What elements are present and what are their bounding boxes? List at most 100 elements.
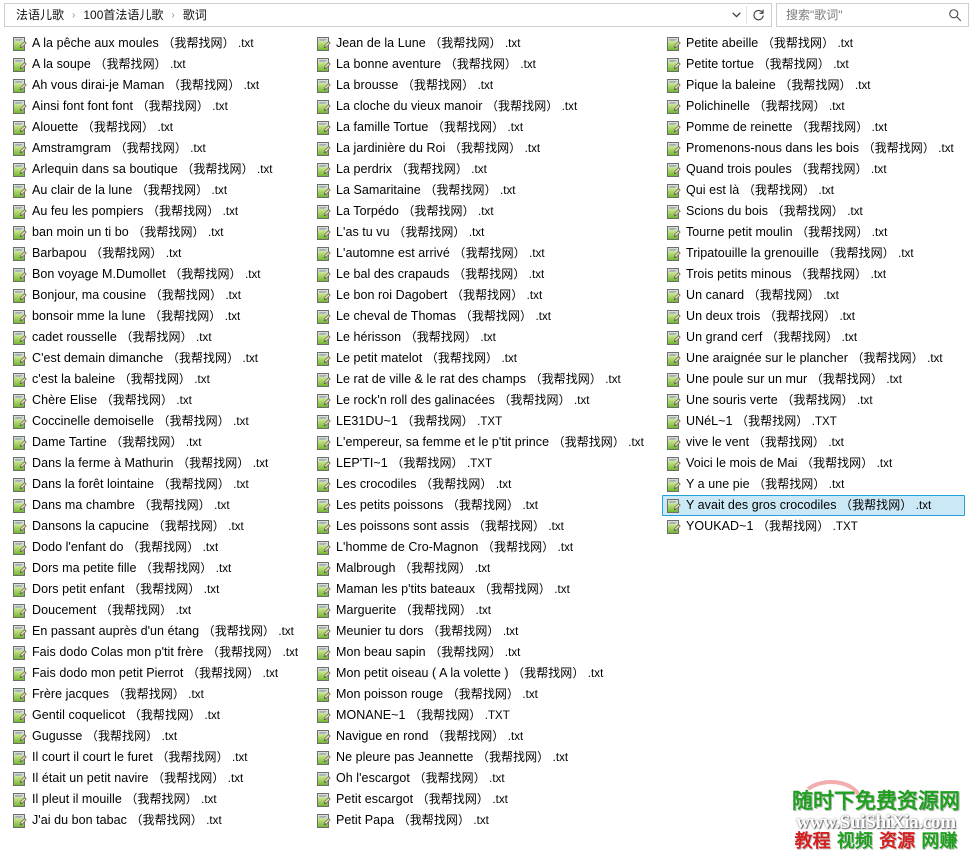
file-list-item[interactable]: Bon voyage M.Dumollet （我帮找网） .txt — [8, 264, 310, 285]
file-list-item[interactable]: L'homme de Cro-Magnon （我帮找网） .txt — [312, 537, 660, 558]
file-list-item[interactable]: Petite tortue （我帮找网） .txt — [662, 54, 965, 75]
file-list-item[interactable]: La jardinière du Roi （我帮找网） .txt — [312, 138, 660, 159]
file-list-item[interactable]: Dansons la capucine （我帮找网） .txt — [8, 516, 310, 537]
file-list-item[interactable]: Dans la ferme à Mathurin （我帮找网） .txt — [8, 453, 310, 474]
file-list-item[interactable]: Le cheval de Thomas （我帮找网） .txt — [312, 306, 660, 327]
search-input[interactable]: 搜索"歌词" — [776, 3, 969, 27]
file-list-item[interactable]: LEP'TI~1 （我帮找网） .TXT — [312, 453, 660, 474]
file-list-item[interactable]: Le hérisson （我帮找网） .txt — [312, 327, 660, 348]
file-list-item[interactable]: Amstramgram （我帮找网） .txt — [8, 138, 310, 159]
file-list-item[interactable]: J'ai du bon tabac （我帮找网） .txt — [8, 810, 310, 831]
file-list-item[interactable]: Un deux trois （我帮找网） .txt — [662, 306, 965, 327]
file-list-item[interactable]: Ne pleure pas Jeannette （我帮找网） .txt — [312, 747, 660, 768]
file-list-item[interactable]: UNéL~1 （我帮找网） .TXT — [662, 411, 965, 432]
file-list-item[interactable]: Dodo l'enfant do （我帮找网） .txt — [8, 537, 310, 558]
file-list-item[interactable]: vive le vent （我帮找网） .txt — [662, 432, 965, 453]
file-list-item[interactable]: Qui est là （我帮找网） .txt — [662, 180, 965, 201]
file-list-item[interactable]: Une araignée sur le plancher （我帮找网） .txt — [662, 348, 965, 369]
file-list-item[interactable]: Le rat de ville & le rat des champs （我帮找… — [312, 369, 660, 390]
file-list-item[interactable]: Mon petit oiseau ( A la volette ) （我帮找网）… — [312, 663, 660, 684]
file-list-item[interactable]: Un canard （我帮找网） .txt — [662, 285, 965, 306]
file-list-item[interactable]: Frère jacques （我帮找网） .txt — [8, 684, 310, 705]
file-list-item[interactable]: Quand trois poules （我帮找网） .txt — [662, 159, 965, 180]
file-list-item[interactable]: Trois petits minous （我帮找网） .txt — [662, 264, 965, 285]
file-list-item[interactable]: Il court il court le furet （我帮找网） .txt — [8, 747, 310, 768]
file-list-item[interactable]: Navigue en rond （我帮找网） .txt — [312, 726, 660, 747]
file-list-item[interactable]: YOUKAD~1 （我帮找网） .TXT — [662, 516, 965, 537]
file-list-item[interactable]: Dans ma chambre （我帮找网） .txt — [8, 495, 310, 516]
file-list-item[interactable]: Promenons-nous dans les bois （我帮找网） .txt — [662, 138, 965, 159]
file-list-item[interactable]: La cloche du vieux manoir （我帮找网） .txt — [312, 96, 660, 117]
file-list-item[interactable]: L'automne est arrivé （我帮找网） .txt — [312, 243, 660, 264]
file-list-item[interactable]: La bonne aventure （我帮找网） .txt — [312, 54, 660, 75]
file-list-item[interactable]: ban moin un ti bo （我帮找网） .txt — [8, 222, 310, 243]
file-list-item[interactable]: Il était un petit navire （我帮找网） .txt — [8, 768, 310, 789]
file-list-item[interactable]: Le rock'n roll des galinacées （我帮找网） .tx… — [312, 390, 660, 411]
file-list-item[interactable]: Coccinelle demoiselle （我帮找网） .txt — [8, 411, 310, 432]
file-list-item[interactable]: Tripatouille la grenouille （我帮找网） .txt — [662, 243, 965, 264]
file-list-item[interactable]: A la soupe （我帮找网） .txt — [8, 54, 310, 75]
file-list-item[interactable]: Barbapou （我帮找网） .txt — [8, 243, 310, 264]
file-list-item[interactable]: Au clair de la lune （我帮找网） .txt — [8, 180, 310, 201]
file-list-item[interactable]: Polichinelle （我帮找网） .txt — [662, 96, 965, 117]
file-list-item[interactable]: Il pleut il mouille （我帮找网） .txt — [8, 789, 310, 810]
file-list-item[interactable]: Oh l'escargot （我帮找网） .txt — [312, 768, 660, 789]
file-list-item[interactable]: Ainsi font font font （我帮找网） .txt — [8, 96, 310, 117]
file-list-item[interactable]: Y a une pie （我帮找网） .txt — [662, 474, 965, 495]
breadcrumb-item-1[interactable]: 100首法语儿歌 — [80, 6, 166, 24]
file-list-item[interactable]: LE31DU~1 （我帮找网） .TXT — [312, 411, 660, 432]
file-list-item[interactable]: Jean de la Lune （我帮找网） .txt — [312, 33, 660, 54]
file-list-item[interactable]: Arlequin dans sa boutique （我帮找网） .txt — [8, 159, 310, 180]
file-list-item[interactable]: Petit Papa （我帮找网） .txt — [312, 810, 660, 831]
file-list-pane[interactable]: A la pêche aux moules （我帮找网） .txt A la so… — [0, 30, 973, 853]
file-list-item[interactable]: Ah vous dirai-je Maman （我帮找网） .txt — [8, 75, 310, 96]
file-list-item[interactable]: bonsoir mme la lune （我帮找网） .txt — [8, 306, 310, 327]
file-list-item[interactable]: C'est demain dimanche （我帮找网） .txt — [8, 348, 310, 369]
file-list-item[interactable]: Les petits poissons （我帮找网） .txt — [312, 495, 660, 516]
file-list-item[interactable]: Malbrough （我帮找网） .txt — [312, 558, 660, 579]
file-list-item[interactable]: Doucement （我帮找网） .txt — [8, 600, 310, 621]
file-list-item[interactable]: Au feu les pompiers （我帮找网） .txt — [8, 201, 310, 222]
file-list-item[interactable]: Gentil coquelicot （我帮找网） .txt — [8, 705, 310, 726]
file-list-item[interactable]: Dame Tartine （我帮找网） .txt — [8, 432, 310, 453]
address-bar[interactable]: 法语儿歌 › 100首法语儿歌 › 歌词 — [4, 3, 772, 27]
file-list-item[interactable]: Le bal des crapauds （我帮找网） .txt — [312, 264, 660, 285]
file-list-item[interactable]: Dors ma petite fille （我帮找网） .txt — [8, 558, 310, 579]
file-list-item[interactable]: Mon beau sapin （我帮找网） .txt — [312, 642, 660, 663]
file-list-item[interactable]: Le petit matelot （我帮找网） .txt — [312, 348, 660, 369]
file-list-item[interactable]: Un grand cerf （我帮找网） .txt — [662, 327, 965, 348]
file-list-item[interactable]: Voici le mois de Mai （我帮找网） .txt — [662, 453, 965, 474]
file-list-item[interactable]: Alouette （我帮找网） .txt — [8, 117, 310, 138]
file-list-item[interactable]: L'empereur, sa femme et le p'tit prince … — [312, 432, 660, 453]
file-list-item[interactable]: Petit escargot （我帮找网） .txt — [312, 789, 660, 810]
file-list-item[interactable]: Une poule sur un mur （我帮找网） .txt — [662, 369, 965, 390]
file-list-item[interactable]: Pique la baleine （我帮找网） .txt — [662, 75, 965, 96]
search-icon[interactable] — [946, 6, 964, 24]
file-list-item[interactable]: cadet rousselle （我帮找网） .txt — [8, 327, 310, 348]
file-list-item[interactable]: A la pêche aux moules （我帮找网） .txt — [8, 33, 310, 54]
file-list-item[interactable]: La perdrix （我帮找网） .txt — [312, 159, 660, 180]
file-list-item[interactable]: Dors petit enfant （我帮找网） .txt — [8, 579, 310, 600]
refresh-icon[interactable] — [747, 4, 769, 26]
breadcrumb-item-0[interactable]: 法语儿歌 — [13, 6, 67, 24]
file-list-item[interactable]: Scions du bois （我帮找网） .txt — [662, 201, 965, 222]
file-list-item[interactable]: Maman les p'tits bateaux （我帮找网） .txt — [312, 579, 660, 600]
file-list-item[interactable]: La Torpédo （我帮找网） .txt — [312, 201, 660, 222]
file-list-item[interactable]: Chère Elise （我帮找网） .txt — [8, 390, 310, 411]
file-list-item[interactable]: Petite abeille （我帮找网） .txt — [662, 33, 965, 54]
file-list-item[interactable]: Mon poisson rouge （我帮找网） .txt — [312, 684, 660, 705]
file-list-item[interactable]: Dans la forêt lointaine （我帮找网） .txt — [8, 474, 310, 495]
file-list-item[interactable]: Le bon roi Dagobert （我帮找网） .txt — [312, 285, 660, 306]
file-list-item[interactable]: Bonjour, ma cousine （我帮找网） .txt — [8, 285, 310, 306]
file-list-item[interactable]: Une souris verte （我帮找网） .txt — [662, 390, 965, 411]
file-list-item[interactable]: Tourne petit moulin （我帮找网） .txt — [662, 222, 965, 243]
file-list-item[interactable]: L'as tu vu （我帮找网） .txt — [312, 222, 660, 243]
file-list-item[interactable]: Fais dodo Colas mon p'tit frère （我帮找网） .… — [8, 642, 310, 663]
file-list-item[interactable]: La famille Tortue （我帮找网） .txt — [312, 117, 660, 138]
file-list-item[interactable]: Les poissons sont assis （我帮找网） .txt — [312, 516, 660, 537]
file-list-item[interactable]: Marguerite （我帮找网） .txt — [312, 600, 660, 621]
chevron-down-icon[interactable] — [726, 4, 746, 26]
file-list-item[interactable]: En passant auprès d'un étang （我帮找网） .txt — [8, 621, 310, 642]
file-list-item[interactable]: Fais dodo mon petit Pierrot （我帮找网） .txt — [8, 663, 310, 684]
file-list-item[interactable]: Les crocodiles （我帮找网） .txt — [312, 474, 660, 495]
